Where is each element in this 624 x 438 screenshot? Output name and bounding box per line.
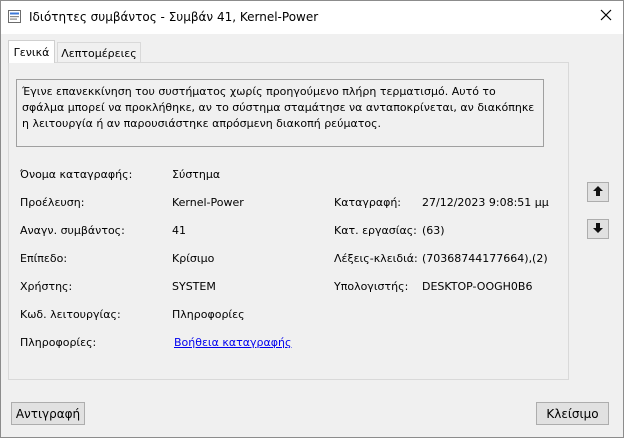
logged-value: 27/12/2023 9:08:51 μμ	[422, 196, 549, 209]
copy-button[interactable]: Αντιγραφή	[11, 402, 85, 425]
close-icon	[600, 9, 612, 24]
level-value: Κρίσιμο	[172, 252, 215, 265]
tab-details-label: Λεπτομέρειες	[61, 46, 137, 60]
previous-event-button[interactable]	[587, 182, 609, 202]
log-name-value: Σύστημα	[172, 168, 221, 181]
level-label: Επίπεδο:	[20, 252, 68, 265]
close-window-button[interactable]	[589, 1, 623, 31]
tab-general[interactable]: Γενικά	[8, 40, 55, 63]
logged-label: Καταγραφή:	[334, 196, 402, 209]
task-category-value: (63)	[422, 224, 445, 237]
event-id-label: Αναγν. συμβάντος:	[20, 224, 125, 237]
more-info-label: Πληροφορίες:	[20, 336, 97, 349]
tab-general-label: Γενικά	[13, 45, 50, 59]
tab-details[interactable]: Λεπτομέρειες	[57, 42, 141, 63]
task-category-label: Κατ. εργασίας:	[334, 224, 417, 237]
close-button-label: Κλείσιμο	[546, 406, 599, 421]
title-bar: Ιδιότητες συμβάντος - Συμβάν 41, Kernel-…	[1, 1, 623, 34]
keywords-label: Λέξεις-κλειδιά:	[334, 252, 418, 265]
user-label: Χρήστης:	[20, 280, 73, 293]
user-value: SYSTEM	[172, 280, 216, 293]
window-title: Ιδιότητες συμβάντος - Συμβάν 41, Kernel-…	[29, 10, 319, 24]
opcode-label: Κωδ. λειτουργίας:	[20, 308, 121, 321]
computer-value: DESKTOP-OOGH0B6	[422, 280, 533, 293]
event-id-value: 41	[172, 224, 186, 237]
event-log-help-link[interactable]: Βοήθεια καταγραφής	[174, 336, 291, 349]
arrow-up-icon	[592, 185, 604, 200]
computer-label: Υπολογιστής:	[334, 280, 409, 293]
event-description[interactable]: Έγινε επανεκκίνηση του συστήματος χωρίς …	[16, 79, 544, 147]
log-name-label: Όνομα καταγραφής:	[20, 168, 133, 181]
source-value: Kernel-Power	[172, 196, 244, 209]
event-viewer-icon	[8, 10, 21, 23]
close-button[interactable]: Κλείσιμο	[536, 402, 609, 425]
copy-button-label: Αντιγραφή	[15, 406, 81, 421]
arrow-down-icon	[592, 222, 604, 237]
source-label: Προέλευση:	[20, 196, 85, 209]
next-event-button[interactable]	[587, 219, 609, 239]
keywords-value: (70368744177664),(2)	[422, 252, 548, 265]
opcode-value: Πληροφορίες	[172, 308, 245, 321]
event-properties-window: Ιδιότητες συμβάντος - Συμβάν 41, Kernel-…	[0, 0, 624, 438]
